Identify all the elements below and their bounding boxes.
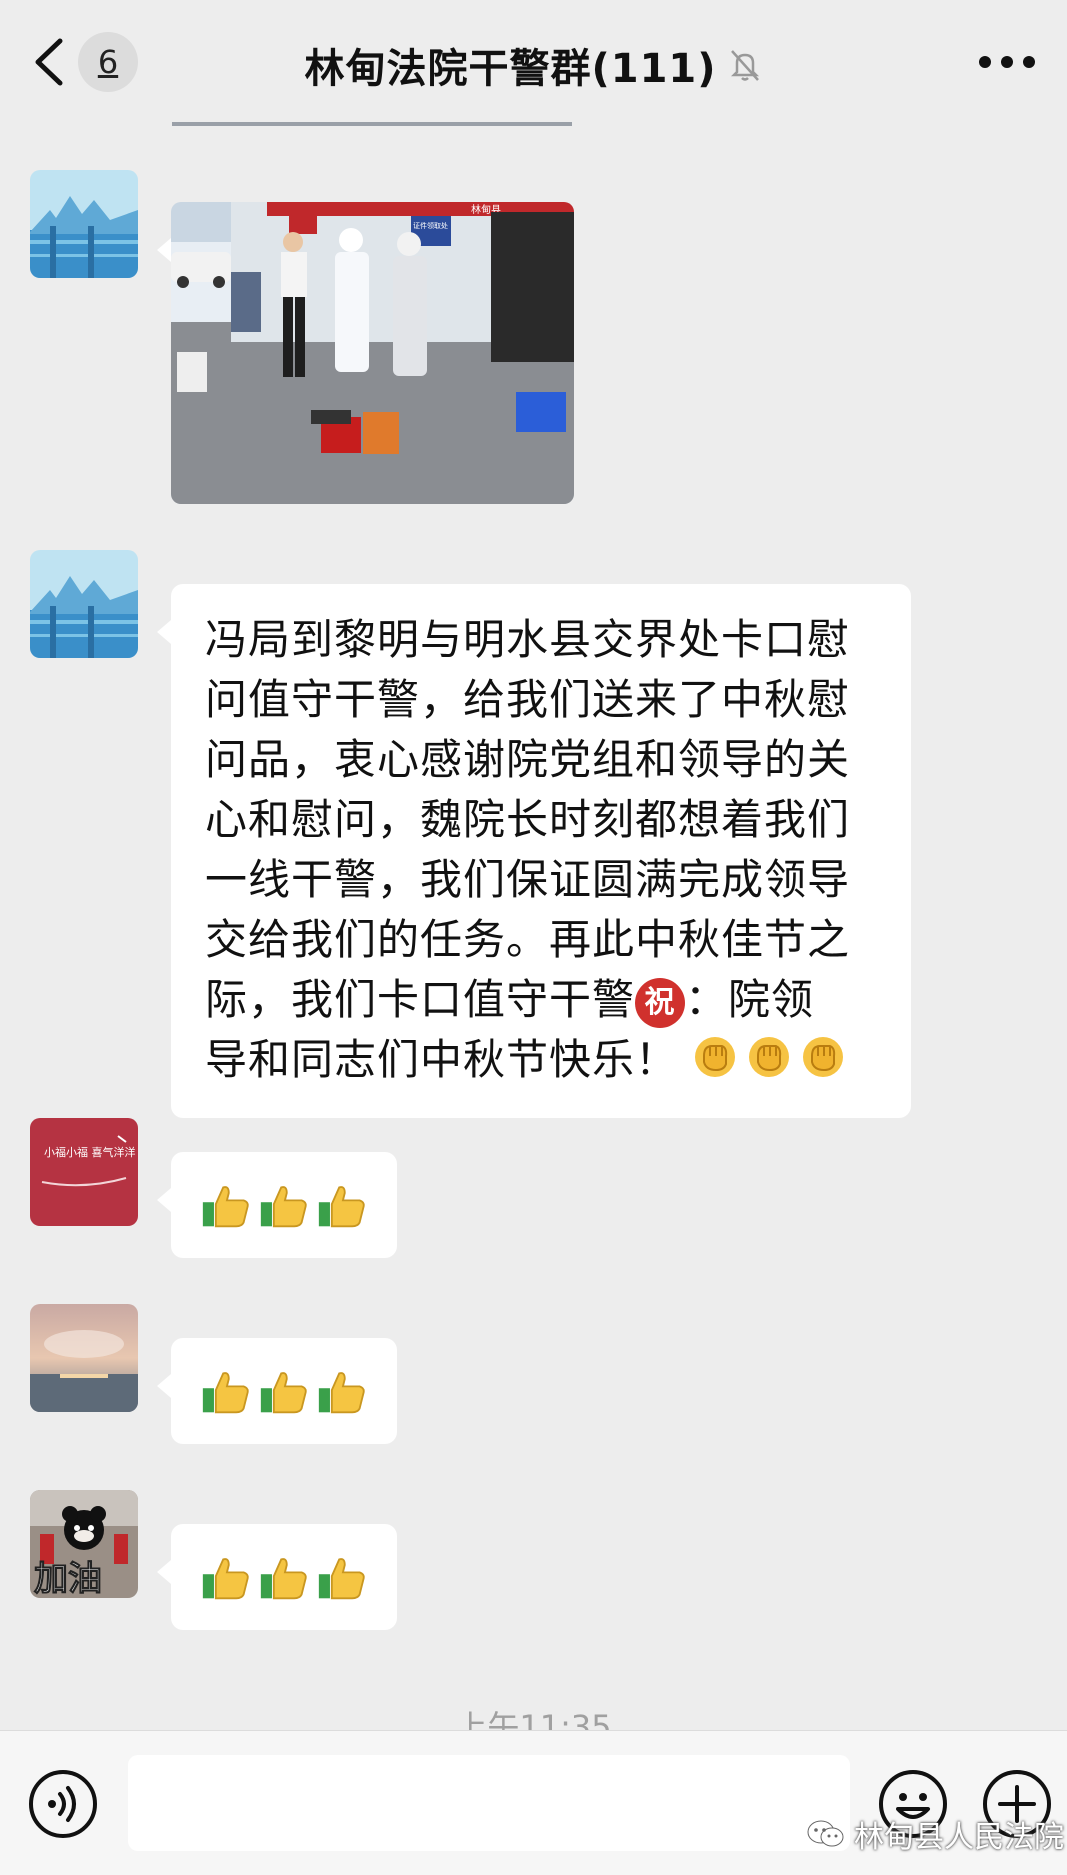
thumbs-up-emoji xyxy=(202,1558,249,1600)
avatar[interactable] xyxy=(30,1304,138,1412)
fist-emoji xyxy=(803,1037,844,1077)
avatar-image: 小福小福 喜气洋洋 xyxy=(30,1118,138,1226)
thumbs-up-emoji xyxy=(260,1558,307,1600)
watermark: 林甸县人民法院 xyxy=(806,1812,1064,1856)
emoji-message[interactable] xyxy=(157,1152,397,1258)
voice-button[interactable] xyxy=(28,1769,98,1839)
banner-left-text: 证件领取处 xyxy=(413,221,448,230)
message-input[interactable] xyxy=(128,1755,850,1851)
thumbs-up-emoji xyxy=(260,1186,307,1228)
image-message[interactable]: 林甸县 证件领取处 xyxy=(157,202,574,504)
chat-message-list[interactable]: 林甸县 证件领取处 冯局到黎明与明水县交界处卡口慰 问值守干警，给我们送来了中秋… xyxy=(0,122,1067,1746)
thumbs-up-emoji xyxy=(318,1372,365,1414)
avatar-image: 加油 xyxy=(30,1490,138,1598)
avatar-image xyxy=(30,1304,138,1412)
avatar[interactable]: 加油 xyxy=(30,1490,138,1598)
thumbs-row xyxy=(171,1524,397,1630)
checkpoint-photo: 林甸县 证件领取处 xyxy=(171,202,574,504)
zhu-emoji-badge: 祝 xyxy=(635,978,686,1028)
voice-icon xyxy=(29,1770,97,1838)
avatar[interactable] xyxy=(30,170,138,278)
avatar[interactable]: 小福小福 喜气洋洋 xyxy=(30,1118,138,1226)
more-options-button[interactable] xyxy=(979,44,1035,80)
fist-emoji xyxy=(695,1037,736,1077)
thumbs-row xyxy=(171,1152,397,1258)
sender-name-hidden xyxy=(171,1130,371,1144)
thumbs-up-emoji xyxy=(260,1372,307,1414)
text-message[interactable]: 冯局到黎明与明水县交界处卡口慰 问值守干警，给我们送来了中秋慰 问品，衷心感谢院… xyxy=(157,584,911,1118)
emoji-message[interactable] xyxy=(157,1524,397,1630)
thumbs-up-emoji xyxy=(318,1558,365,1600)
thumbs-row xyxy=(171,1338,397,1444)
chat-title-container: 林甸法院干警群(111) xyxy=(0,36,1067,94)
message-text: 冯局到黎明与明水县交界处卡口慰 问值守干警，给我们送来了中秋慰 问品，衷心感谢院… xyxy=(171,584,911,1118)
thumbs-up-emoji xyxy=(318,1186,365,1228)
wechat-logo-icon xyxy=(807,1820,844,1847)
thumbs-up-emoji xyxy=(202,1186,249,1228)
emoji-message[interactable] xyxy=(157,1338,397,1444)
chat-title: 林甸法院干警群(111) xyxy=(304,46,717,92)
mute-bell-icon xyxy=(730,50,759,81)
previous-image-edge xyxy=(172,122,572,126)
watermark-text: 林甸县人民法院 xyxy=(854,1820,1064,1855)
message-text-part1: 冯局到黎明与明水县交界处卡口慰 问值守干警，给我们送来了中秋慰 问品，衷心感谢院… xyxy=(205,615,851,1024)
sender-name-hidden xyxy=(171,1508,231,1522)
thumbs-up-emoji xyxy=(202,1372,249,1414)
chat-header: 6 林甸法院干警群(111) xyxy=(0,0,1067,122)
fist-emoji xyxy=(749,1037,790,1077)
avatar-text: 加油 xyxy=(34,1559,102,1598)
avatar-image xyxy=(30,550,138,658)
avatar-image xyxy=(30,170,138,278)
more-dots-icon xyxy=(979,56,991,68)
avatar-text: 小福小福 喜气洋洋 xyxy=(44,1145,136,1159)
avatar[interactable] xyxy=(30,550,138,658)
